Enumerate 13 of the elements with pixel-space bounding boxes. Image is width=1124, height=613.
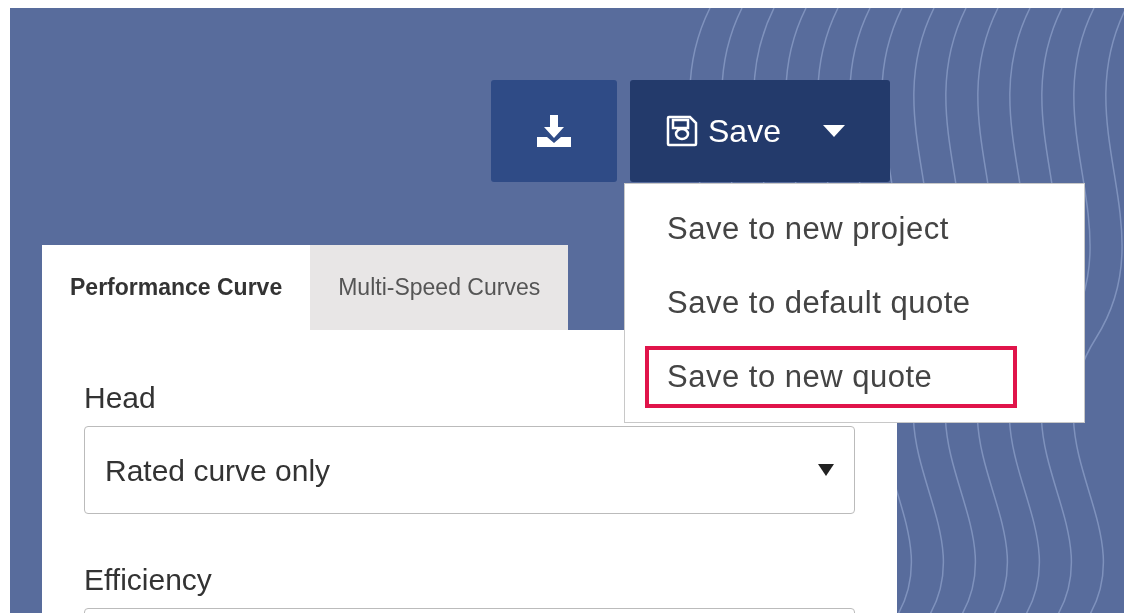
download-icon — [537, 115, 571, 147]
menu-item[interactable]: Save to new quote — [645, 346, 1017, 408]
caret-icon — [818, 464, 834, 476]
download-button[interactable] — [491, 80, 617, 182]
tab[interactable]: Multi-Speed Curves — [310, 245, 569, 330]
menu-item[interactable]: Save to default quote — [645, 272, 1064, 334]
field-label: Head — [84, 380, 157, 416]
field-label: Efficiency — [84, 562, 213, 598]
tab[interactable]: Performance Curve — [42, 245, 311, 330]
caret-icon — [822, 125, 845, 137]
menu-item[interactable]: Save to new project — [645, 198, 1064, 260]
select-field[interactable]: Rated curve only — [84, 426, 855, 514]
save-button[interactable]: Save — [630, 80, 890, 182]
